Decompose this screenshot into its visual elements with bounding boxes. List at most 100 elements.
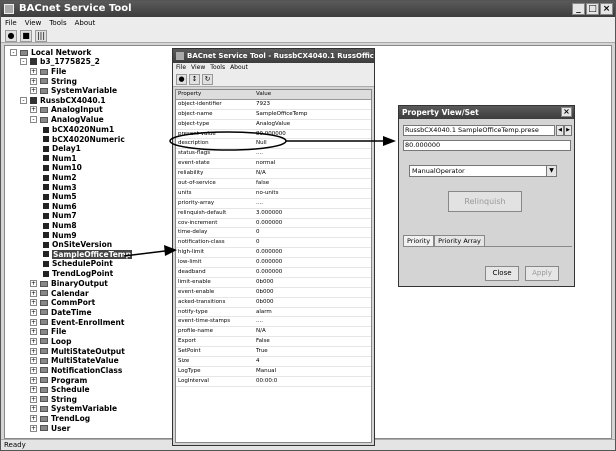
close-button[interactable]: Close <box>485 266 519 281</box>
table-row[interactable]: cov-increment 0.000000 <box>176 219 371 229</box>
tree-object[interactable]: Num6 <box>43 202 77 211</box>
dialog-close-icon[interactable]: × <box>561 107 572 117</box>
tree-object[interactable]: SampleOfficeTemp <box>43 249 132 259</box>
tree-object[interactable]: Num1 <box>43 154 77 163</box>
table-row[interactable]: high-limit 0.000000 <box>176 248 371 259</box>
tree-device[interactable]: - b3_1775825_2 <box>20 57 100 66</box>
table-row[interactable]: acked-transitions 0b000 <box>176 298 371 308</box>
expand-icon[interactable]: + <box>30 405 37 413</box>
property-path-field[interactable]: RussbCX4040.1 SampleOfficeTemp.prese <box>403 125 555 136</box>
collapse-icon[interactable]: - <box>20 58 27 65</box>
menu-file[interactable]: File <box>5 17 17 29</box>
menu-view[interactable]: View <box>25 17 42 29</box>
expand-icon[interactable]: + <box>30 386 37 394</box>
table-row[interactable]: SetPoint True <box>176 347 371 358</box>
expand-icon[interactable]: + <box>30 328 37 336</box>
child-menu-tools[interactable]: Tools <box>210 63 225 73</box>
table-row[interactable]: description Null <box>176 139 371 150</box>
table-row[interactable]: low-limit 0.000000 <box>176 258 371 269</box>
tree-group[interactable]: + SystemVariable <box>30 404 117 413</box>
table-row[interactable]: event-enable 0b000 <box>176 288 371 298</box>
tree-group[interactable]: + MultiStateOutput <box>30 347 125 356</box>
tree-group[interactable]: + Loop <box>30 337 71 346</box>
tree-group[interactable]: + AnalogInput <box>30 105 103 114</box>
table-row[interactable]: units no-units <box>176 189 371 199</box>
connect-icon[interactable]: ● <box>5 30 17 42</box>
menu-tools[interactable]: Tools <box>49 17 66 29</box>
tree-object[interactable]: Num8 <box>43 221 77 230</box>
table-row[interactable]: status-flags.... <box>176 149 371 160</box>
columns-icon[interactable]: ||| <box>35 30 47 42</box>
tree-object[interactable]: Num5 <box>43 192 77 201</box>
table-row[interactable]: reliability N/A <box>176 169 371 180</box>
expand-icon[interactable]: + <box>30 415 37 423</box>
expand-icon[interactable]: + <box>30 280 37 287</box>
tree-group[interactable]: + File <box>30 327 66 336</box>
table-row[interactable]: deadband 0.000000 <box>176 268 371 278</box>
table-row[interactable]: limit-enable 0b000 <box>176 278 371 288</box>
table-row[interactable]: priority-array.... <box>176 199 371 209</box>
table-row[interactable]: present-value 80.000000 <box>176 130 371 140</box>
table-row[interactable]: object-type AnalogValue <box>176 120 371 130</box>
tree-group[interactable]: + Event-Enrollment <box>30 318 124 327</box>
refresh-icon[interactable]: ↻ <box>202 74 213 85</box>
priority-select[interactable]: ManualOperator ▼ <box>409 165 557 177</box>
expand-icon[interactable]: + <box>30 318 37 326</box>
column-header-property[interactable]: Property <box>176 90 254 99</box>
table-row[interactable]: time-delay 0 <box>176 228 371 239</box>
tree-group[interactable]: + File <box>30 67 66 76</box>
tree-group[interactable]: + Schedule <box>30 385 90 394</box>
table-row[interactable]: notification-class 0 <box>176 238 371 249</box>
menu-about[interactable]: About <box>75 17 96 29</box>
tree-group[interactable]: + String <box>30 395 77 404</box>
close-button[interactable]: × <box>600 3 613 15</box>
tree-group[interactable]: + SystemVariable <box>30 86 117 95</box>
table-row[interactable]: out-of-service false <box>176 179 371 189</box>
expand-icon[interactable]: + <box>30 337 37 345</box>
expand-icon[interactable]: + <box>30 106 37 113</box>
table-row[interactable]: LogInterval 00:00:0 <box>176 377 371 387</box>
tree-root[interactable]: - Local Network <box>10 48 91 57</box>
tree-object[interactable]: TrendLogPoint <box>43 269 113 278</box>
tab-priority[interactable]: Priority <box>403 235 435 246</box>
expand-icon[interactable]: + <box>30 87 37 95</box>
scroll-left-icon[interactable]: ◀ <box>556 125 564 136</box>
tree-group[interactable]: + BinaryOutput <box>30 279 108 288</box>
child-menu-view[interactable]: View <box>191 63 205 73</box>
scroll-right-icon[interactable]: ▶ <box>564 125 572 136</box>
tree-object[interactable]: bCX4020Numeric <box>43 135 125 144</box>
tree-group[interactable]: + User <box>30 424 70 433</box>
write-icon[interactable]: ↕ <box>189 74 200 85</box>
tree-object[interactable]: Num3 <box>43 183 77 192</box>
tree-group[interactable]: + TrendLog <box>30 414 90 423</box>
tree-group[interactable]: + MultiStateValue <box>30 356 119 365</box>
device-icon[interactable]: ■ <box>20 30 32 42</box>
relinquish-button[interactable]: Relinquish <box>448 191 522 212</box>
tab-priority-array[interactable]: Priority Array <box>434 235 485 246</box>
tree-object[interactable]: Delay1 <box>43 144 81 153</box>
tree-device[interactable]: - RussbCX4040.1 <box>20 96 106 105</box>
tree-group[interactable]: + NotificationClass <box>30 366 122 375</box>
expand-icon[interactable]: + <box>30 289 37 297</box>
record-icon[interactable]: ● <box>176 74 187 85</box>
collapse-icon[interactable]: - <box>10 49 17 56</box>
tree-group[interactable]: + Calendar <box>30 289 89 298</box>
collapse-icon[interactable]: - <box>30 116 37 123</box>
tree-object[interactable]: OnSiteVersion <box>43 240 112 249</box>
expand-icon[interactable]: + <box>30 376 37 384</box>
table-row[interactable]: object-identifier 7923 <box>176 100 371 110</box>
table-row[interactable]: profile-name N/A <box>176 327 371 338</box>
expand-icon[interactable]: + <box>30 299 37 307</box>
minimize-button[interactable]: _ <box>572 3 585 15</box>
chevron-down-icon[interactable]: ▼ <box>546 166 556 176</box>
column-header-value[interactable]: Value <box>254 90 371 99</box>
tree-object[interactable]: Num9 <box>43 231 77 240</box>
child-menu-about[interactable]: About <box>230 63 248 73</box>
expand-icon[interactable]: + <box>30 347 37 355</box>
table-row[interactable]: relinquish-default 3.000000 <box>176 209 371 219</box>
expand-icon[interactable]: + <box>30 366 37 374</box>
tree-object[interactable]: SchedulePoint <box>43 259 113 268</box>
tree-group[interactable]: + CommPort <box>30 298 95 307</box>
tree-object[interactable]: bCX4020Num1 <box>43 125 114 134</box>
maximize-button[interactable]: □ <box>586 3 599 15</box>
